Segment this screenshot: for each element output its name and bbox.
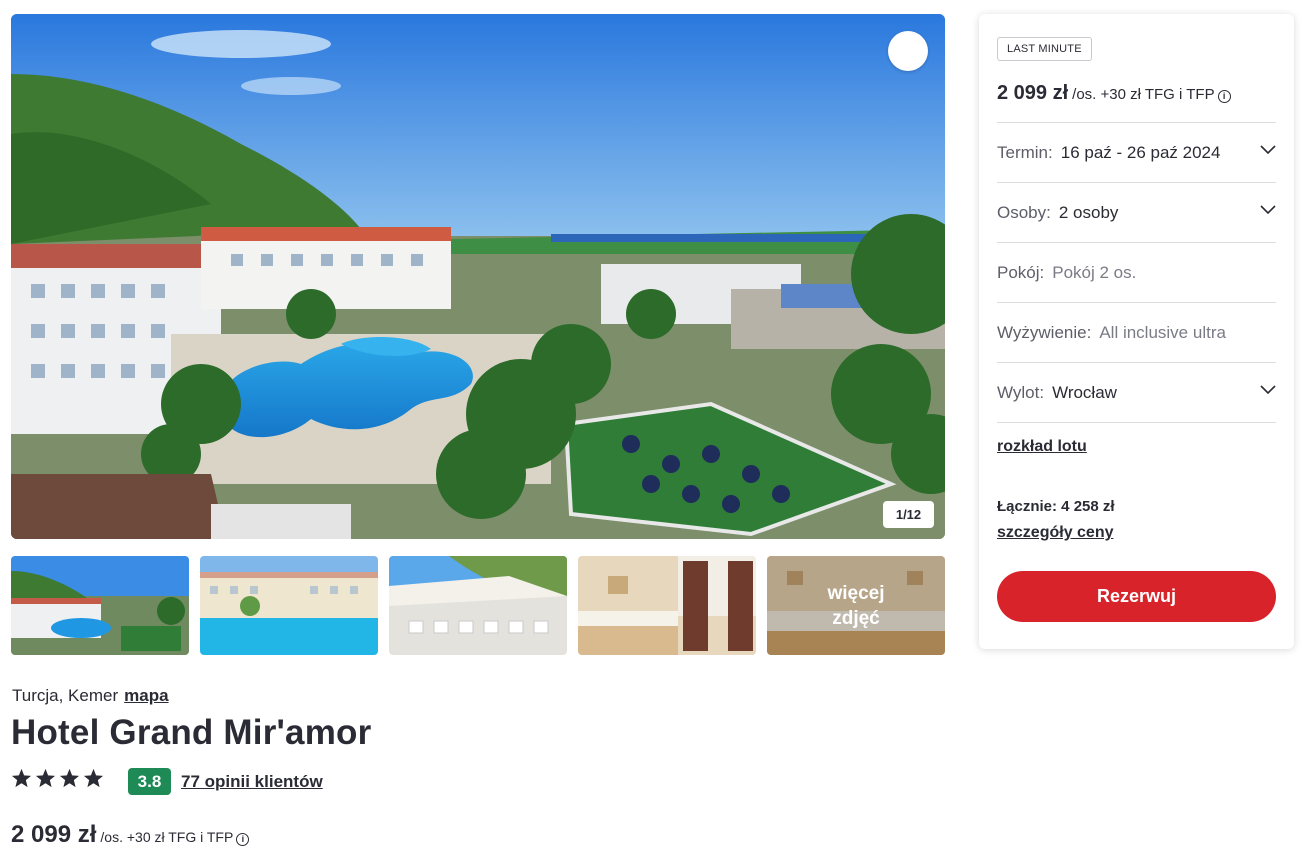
hotel-price: 2 099 zł /os. +30 zł TFG i TFP i: [11, 821, 250, 849]
thumbnail-2[interactable]: [200, 556, 378, 655]
card-price: 2 099 zł /os. +30 zł TFG i TFP i: [997, 82, 1231, 105]
booking-card: LAST MINUTE 2 099 zł /os. +30 zł TFG i T…: [979, 14, 1294, 649]
row-label: Termin:: [997, 142, 1053, 162]
price-amount: 2 099 zł: [997, 82, 1069, 104]
star-icon: [11, 768, 32, 788]
row-value: All inclusive ultra: [1099, 322, 1226, 342]
persons-selector[interactable]: Osoby: 2 osoby: [997, 182, 1276, 242]
location-text: Turcja, Kemer: [12, 686, 119, 705]
room-row: Pokój: Pokój 2 os.: [997, 242, 1276, 302]
reserve-button[interactable]: Rezerwuj: [997, 571, 1276, 622]
total-price: Łącznie: 4 258 zł: [997, 498, 1115, 515]
thumbnail-3[interactable]: [389, 556, 567, 655]
hotel-aerial-image: [11, 14, 945, 539]
row-value: 16 paź - 26 paź 2024: [1060, 142, 1221, 162]
info-icon[interactable]: i: [236, 833, 250, 846]
price-suffix: /os. +30 zł TFG i TFP: [1072, 86, 1215, 103]
row-value: Wrocław: [1052, 382, 1117, 402]
heart-icon: [888, 31, 945, 539]
thumbnail-image: [389, 556, 567, 655]
row-label: Osoby:: [997, 202, 1051, 222]
star-icon: [59, 768, 80, 788]
price-details-link[interactable]: szczegóły ceny: [997, 524, 1114, 542]
favorite-button[interactable]: [888, 31, 928, 71]
last-minute-tag: LAST MINUTE: [997, 37, 1092, 61]
info-icon[interactable]: i: [1217, 90, 1231, 103]
reviews-link[interactable]: 77 opinii klientów: [181, 772, 323, 792]
divider: [997, 422, 1276, 423]
more-photos-thumbnail[interactable]: więcej zdjęć: [767, 556, 945, 655]
photo-counter: 1/12: [883, 501, 934, 528]
price-amount: 2 099 zł: [11, 821, 97, 848]
row-label: Wyżywienie:: [997, 322, 1092, 342]
chevron-down-icon: [1260, 385, 1276, 395]
row-value: Pokój 2 os.: [1052, 262, 1137, 282]
chevron-down-icon: [1260, 145, 1276, 155]
hotel-name: Hotel Grand Mir'amor: [11, 713, 372, 752]
row-label: Pokój:: [997, 262, 1045, 282]
star-icon: [83, 768, 104, 788]
hotel-location: Turcja, Kemer mapa: [12, 686, 169, 706]
more-photos-label: więcej zdjęć: [767, 556, 945, 655]
star-icon: [35, 768, 56, 788]
thumbnail-4[interactable]: [578, 556, 756, 655]
chevron-down-icon: [1260, 205, 1276, 215]
main-hotel-photo[interactable]: 1/12: [11, 14, 945, 539]
star-rating: [11, 768, 104, 788]
thumbnail-1[interactable]: [11, 556, 189, 655]
flight-schedule-link[interactable]: rozkład lotu: [997, 438, 1087, 456]
row-label: Wylot:: [997, 382, 1045, 402]
board-row: Wyżywienie: All inclusive ultra: [997, 302, 1276, 362]
thumbnail-image: [11, 556, 189, 655]
rating-badge: 3.8: [128, 768, 171, 795]
date-selector[interactable]: Termin: 16 paź - 26 paź 2024: [997, 122, 1276, 182]
price-suffix: /os. +30 zł TFG i TFP: [100, 829, 234, 845]
thumbnail-image: [200, 556, 378, 655]
row-value: 2 osoby: [1058, 202, 1119, 222]
map-link[interactable]: mapa: [124, 686, 168, 705]
departure-selector[interactable]: Wylot: Wrocław: [997, 362, 1276, 422]
thumbnail-image: [578, 556, 756, 655]
